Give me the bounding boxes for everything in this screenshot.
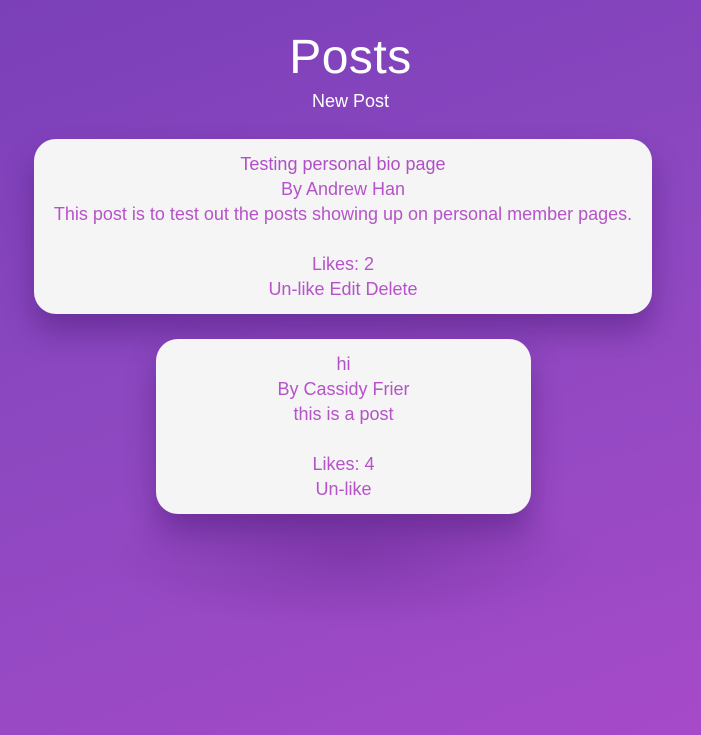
unlike-button[interactable]: Un-like — [315, 479, 371, 499]
post-body: this is a post — [293, 404, 394, 424]
unlike-button[interactable]: Un-like — [268, 279, 324, 299]
post-title[interactable]: Testing personal bio page — [34, 152, 652, 177]
new-post-link[interactable]: New Post — [0, 91, 701, 112]
post-title[interactable]: hi — [156, 352, 531, 377]
post-card: hi By Cassidy Frier this is a post Likes… — [156, 339, 531, 514]
delete-button[interactable]: Delete — [366, 279, 418, 299]
post-body: This post is to test out the posts showi… — [53, 204, 633, 224]
edit-button[interactable]: Edit — [329, 279, 360, 299]
page-title: Posts — [289, 31, 412, 84]
post-likes: Likes: 2 — [311, 254, 375, 274]
post-likes: Likes: 4 — [312, 454, 375, 474]
post-author: By Andrew Han — [280, 179, 406, 199]
post-author: By Cassidy Frier — [277, 379, 410, 399]
post-card: Testing personal bio page By Andrew Han … — [34, 139, 652, 314]
post-actions: Un-like Edit Delete — [34, 277, 652, 302]
post-actions: Un-like — [156, 477, 531, 502]
